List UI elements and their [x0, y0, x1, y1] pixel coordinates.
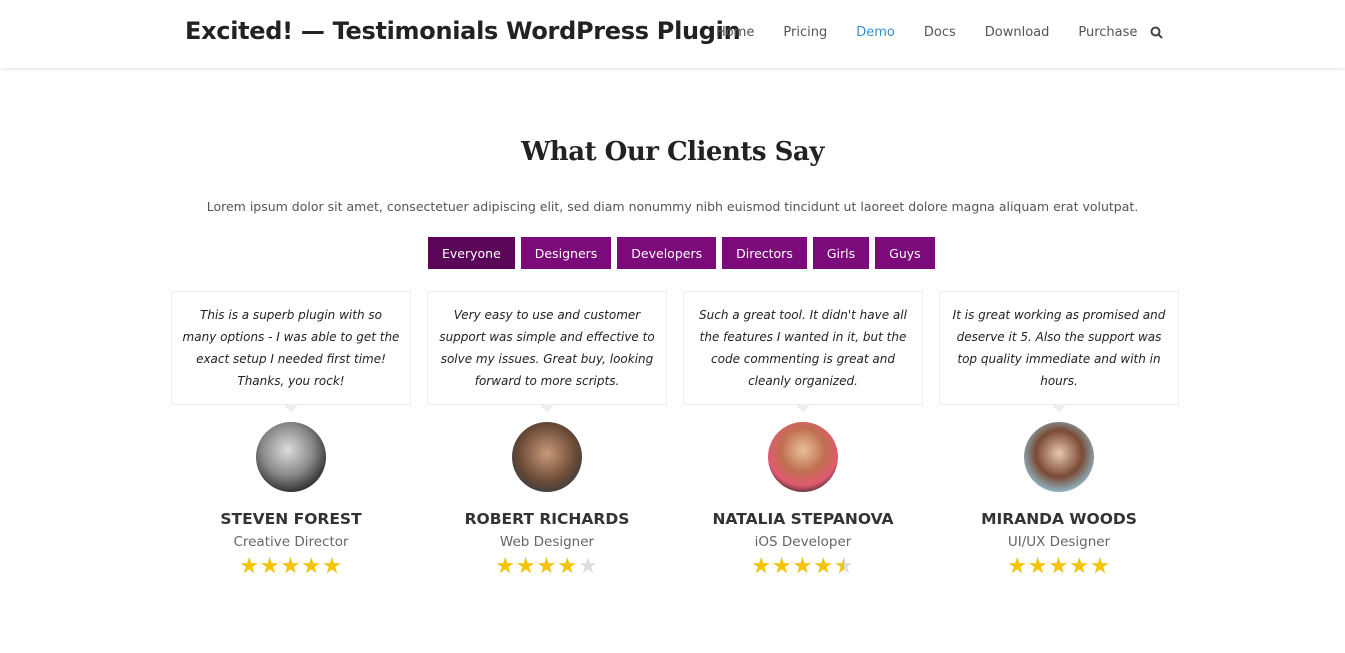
site-header: Excited! — Testimonials WordPress Plugin…: [0, 0, 1345, 68]
person-role: UI/UX Designer: [1007, 534, 1111, 550]
person-name: MIRANDA WOODS: [981, 510, 1137, 528]
star-icons-filled: ★★★★★: [495, 554, 579, 579]
nav-demo[interactable]: Demo: [856, 25, 895, 40]
star-rating: ★★★★★★★★★★: [1007, 554, 1111, 579]
filter-guys[interactable]: Guys: [875, 237, 935, 269]
filter-girls[interactable]: Girls: [812, 237, 870, 269]
avatar: [256, 422, 326, 492]
site-title[interactable]: Excited! — Testimonials WordPress Plugin: [185, 17, 741, 45]
nav-pricing[interactable]: Pricing: [783, 25, 827, 40]
filter-bar: Everyone Designers Developers Directors …: [428, 237, 935, 269]
filter-developers[interactable]: Developers: [617, 237, 717, 269]
star-icons-filled: ★★★★★: [1007, 554, 1111, 579]
nav-docs[interactable]: Docs: [924, 25, 956, 40]
testimonial-list: This is a superb plugin with so many opt…: [171, 291, 1179, 579]
star-icons-filled: ★★★★★: [239, 554, 343, 579]
person-role: iOS Developer: [754, 534, 852, 550]
person-role: Creative Director: [233, 534, 349, 550]
filter-directors[interactable]: Directors: [722, 237, 807, 269]
testimonial-quote: Very easy to use and customer support wa…: [427, 291, 667, 412]
person-name: NATALIA STEPANOVA: [712, 510, 894, 528]
person-name: STEVEN FOREST: [220, 510, 362, 528]
avatar: [768, 422, 838, 492]
search-icon[interactable]: [1150, 26, 1163, 39]
testimonial-quote: Such a great tool. It didn't have all th…: [683, 291, 923, 412]
main-nav: Home Pricing Demo Docs Download Purchase: [716, 25, 1166, 40]
testimonial-quote: It is great working as promised and dese…: [939, 291, 1179, 412]
person-name: ROBERT RICHARDS: [464, 510, 630, 528]
section-title: What Our Clients Say: [521, 137, 824, 167]
testimonial-card: This is a superb plugin with so many opt…: [171, 291, 411, 579]
testimonial-card: Very easy to use and customer support wa…: [427, 291, 667, 579]
testimonial-card: Such a great tool. It didn't have all th…: [683, 291, 923, 579]
filter-everyone[interactable]: Everyone: [428, 237, 515, 269]
nav-purchase[interactable]: Purchase: [1078, 25, 1137, 40]
star-icons-filled: ★★★★★: [751, 554, 844, 579]
nav-home[interactable]: Home: [716, 25, 754, 40]
filter-designers[interactable]: Designers: [520, 237, 612, 269]
star-rating: ★★★★★★★★★★: [751, 554, 855, 579]
star-rating: ★★★★★★★★★★: [495, 554, 599, 579]
testimonial-card: It is great working as promised and dese…: [939, 291, 1179, 579]
avatar: [1024, 422, 1094, 492]
person-role: Web Designer: [499, 534, 595, 550]
testimonial-quote: This is a superb plugin with so many opt…: [171, 291, 411, 412]
avatar: [512, 422, 582, 492]
star-rating: ★★★★★★★★★★: [239, 554, 343, 579]
nav-download[interactable]: Download: [985, 25, 1050, 40]
section-lead: Lorem ipsum dolor sit amet, consectetuer…: [206, 199, 1139, 214]
